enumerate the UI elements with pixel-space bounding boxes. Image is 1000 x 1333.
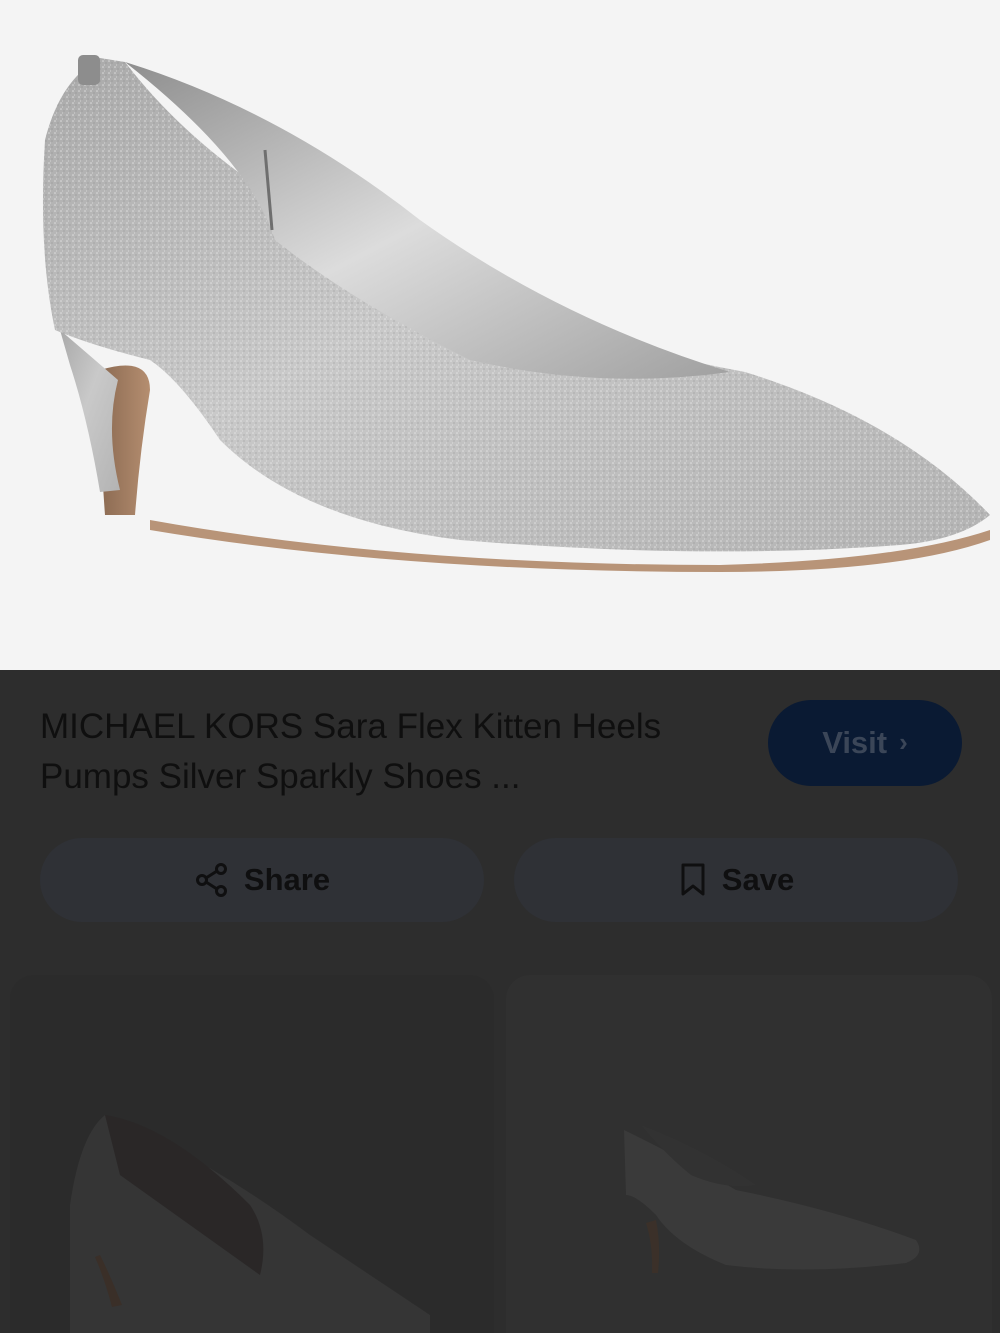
related-item-image <box>70 1115 430 1333</box>
related-item-card[interactable] <box>10 975 494 1333</box>
save-button[interactable]: Save <box>514 838 958 922</box>
visit-button[interactable]: Visit › <box>768 700 962 786</box>
save-label: Save <box>721 862 795 897</box>
product-image[interactable] <box>0 0 1000 670</box>
bookmark-icon <box>681 863 705 896</box>
share-button[interactable]: Share <box>40 838 484 922</box>
share-icon <box>195 863 227 897</box>
product-title: MICHAEL KORS Sara Flex Kitten Heels Pump… <box>40 707 662 796</box>
visit-label: Visit <box>822 725 888 760</box>
share-label: Share <box>243 862 331 897</box>
product-detail-page: MICHAEL KORS Sara Flex Kitten Heels Pump… <box>0 0 1000 1333</box>
shoe-illustration <box>42 55 991 572</box>
chevron-right-icon: › <box>899 726 908 757</box>
related-item-card[interactable] <box>506 975 992 1333</box>
related-item-image <box>624 1125 920 1273</box>
